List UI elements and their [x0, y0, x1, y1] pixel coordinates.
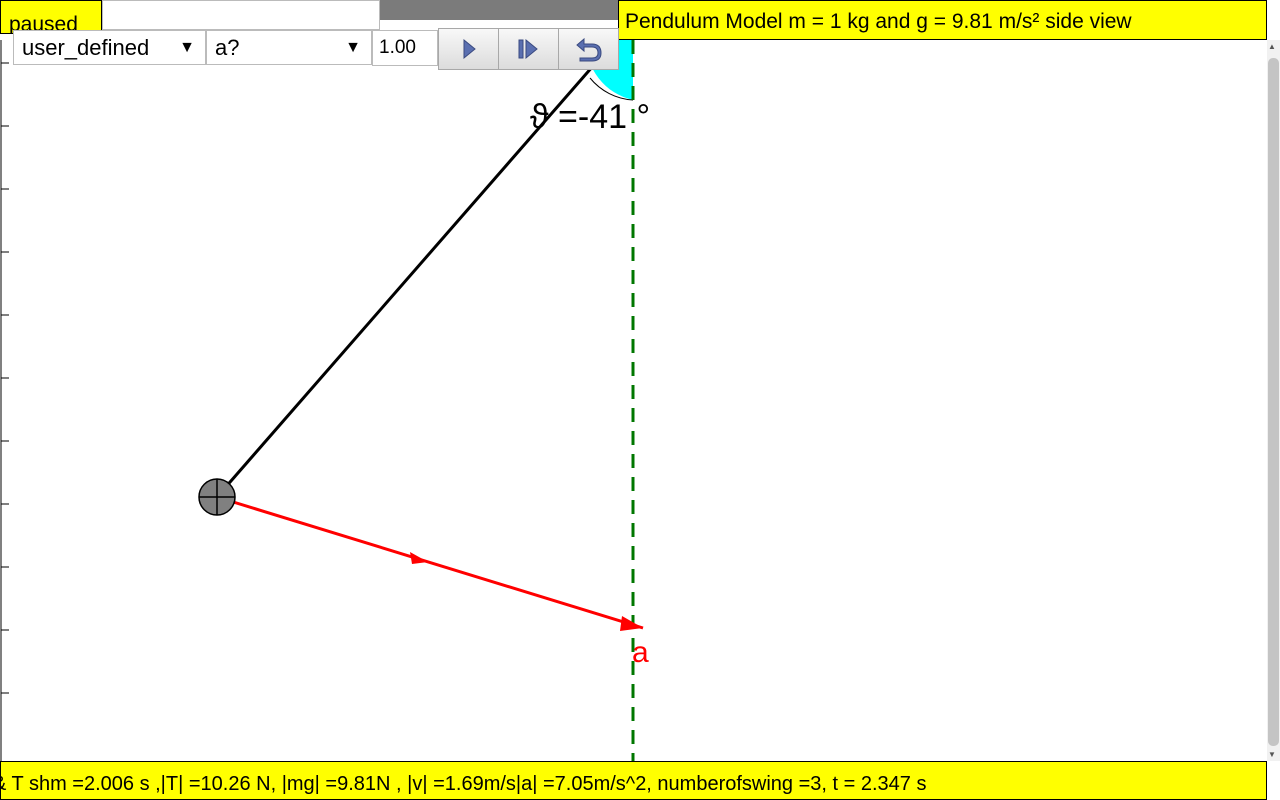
variable-select[interactable]: a? ▼	[206, 30, 372, 65]
step-forward-button[interactable]	[498, 28, 559, 70]
status-text: & T shm =2.006 s ,|T| =10.26 N, |mg| =9.…	[0, 773, 927, 795]
scrollbar-thumb[interactable]	[1268, 58, 1279, 746]
top-gray-bar	[380, 0, 618, 20]
angle-label: ϑ =-41 °	[530, 98, 651, 136]
play-icon	[463, 38, 476, 60]
pendulum-bob[interactable]	[198, 478, 236, 516]
paused-status-label: paused	[0, 0, 102, 34]
variable-select-value: a?	[215, 35, 240, 60]
step-forward-icon	[518, 38, 538, 60]
speed-input[interactable]: 1.00	[372, 30, 438, 66]
model-title: Pendulum Model m = 1 kg and g = 9.81 m/s…	[618, 0, 1267, 40]
acceleration-label: a	[632, 636, 649, 669]
reset-icon	[575, 37, 602, 62]
scroll-down-icon[interactable]: ▼	[1268, 750, 1276, 759]
left-axis-ticks	[1, 62, 9, 694]
scroll-up-icon[interactable]: ▲	[1268, 42, 1276, 51]
mode-select-value: user_defined	[22, 35, 150, 60]
simulation-stage[interactable]: ϑ =-41 ° a paused Pendulum Model m = 1 k…	[0, 0, 1280, 800]
chevron-down-icon: ▼	[345, 39, 361, 56]
top-panel-tab	[102, 0, 380, 30]
mode-select[interactable]: user_defined ▼	[13, 30, 206, 65]
play-button[interactable]	[438, 28, 499, 70]
status-bar: & T shm =2.006 s ,|T| =10.26 N, |mg| =9.…	[0, 761, 1267, 800]
acceleration-arrow	[216, 495, 644, 631]
chevron-down-icon: ▼	[179, 39, 195, 56]
reset-button[interactable]	[558, 28, 619, 70]
